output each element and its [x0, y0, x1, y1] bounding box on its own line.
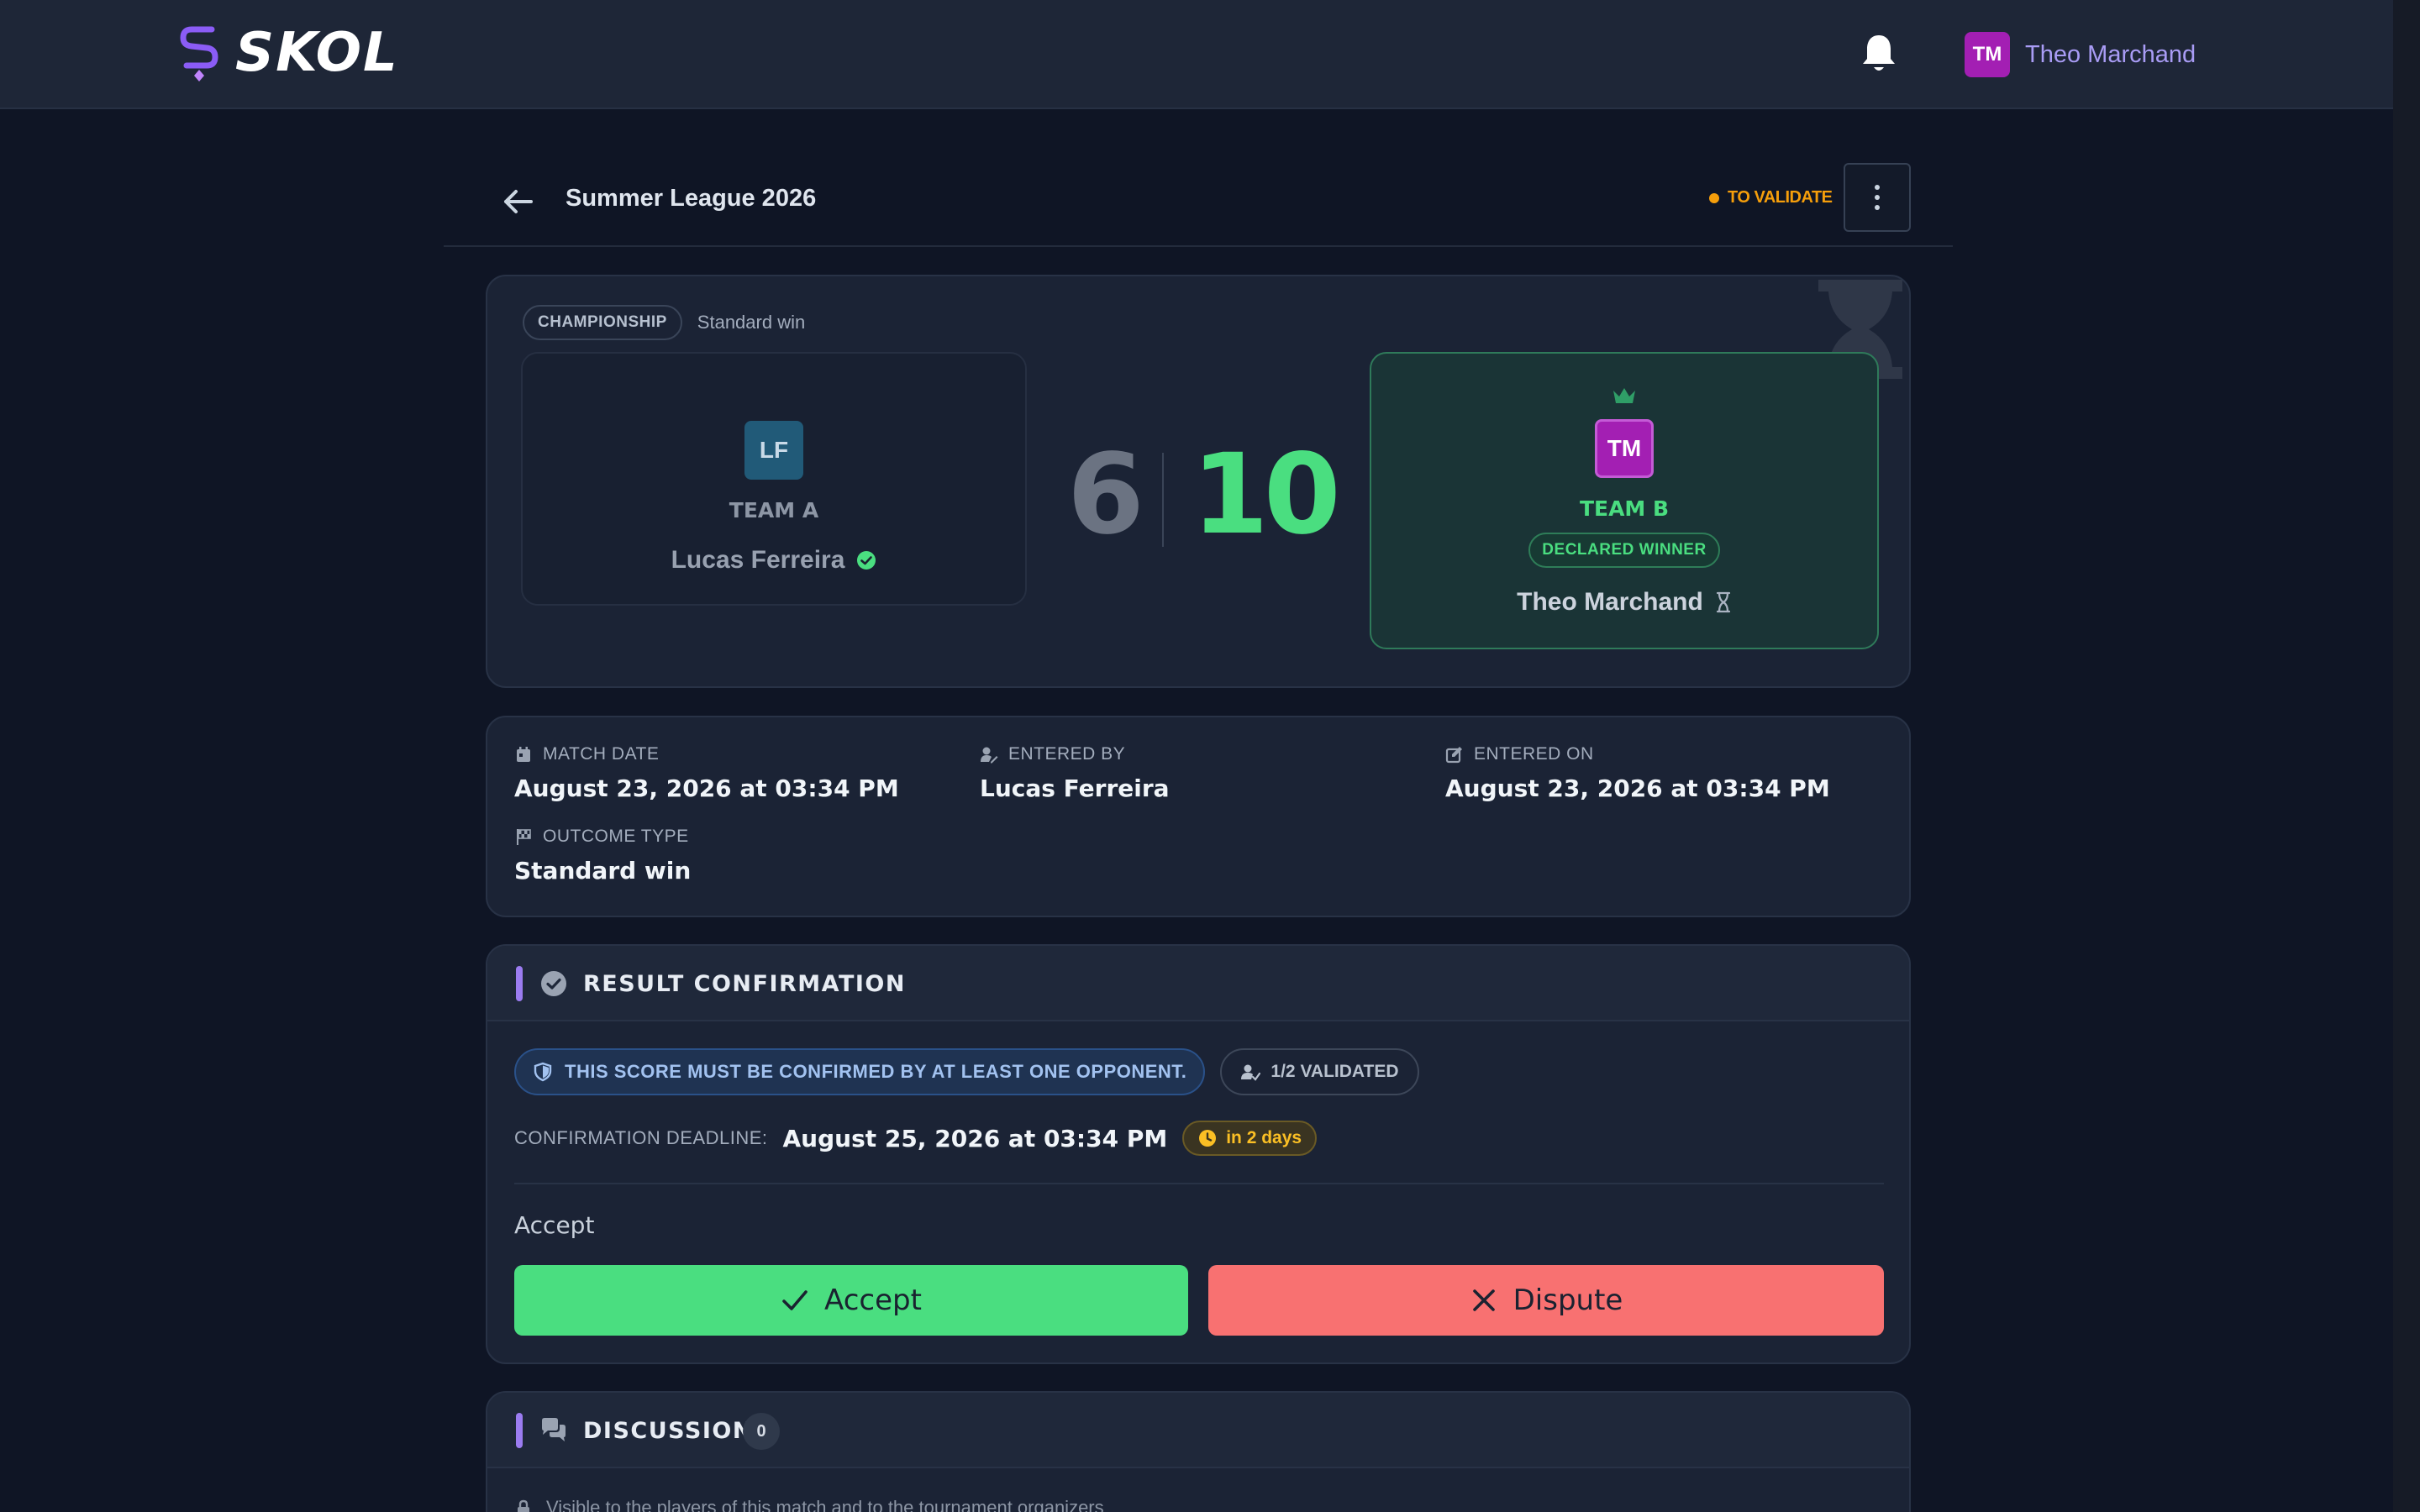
match-date-label: MATCH DATE: [543, 744, 660, 764]
dispute-button-label: Dispute: [1512, 1284, 1623, 1317]
page-header: Summer League 2026 TO VALIDATE: [444, 161, 1953, 247]
status-badge: TO VALIDATE: [1709, 188, 1833, 207]
check-circle-icon: [857, 551, 876, 570]
entered-on-value: August 23, 2026 at 03:34 PM: [1445, 774, 1830, 802]
team-a-score: 6: [1067, 430, 1144, 559]
confirmation-rule-text: THIS SCORE MUST BE CONFIRMED BY AT LEAST…: [565, 1061, 1187, 1082]
result-confirmation-card: RESULT CONFIRMATION THIS SCORE MUST BE C…: [486, 944, 1911, 1364]
crown-icon: [1613, 388, 1635, 403]
kebab-dot: [1875, 195, 1880, 200]
check-badge-icon: [541, 971, 566, 996]
accept-button[interactable]: Accept: [514, 1265, 1188, 1336]
entered-by-label-row: ENTERED BY: [980, 744, 1170, 764]
match-details-card: MATCH DATE August 23, 2026 at 03:34 PM E…: [486, 716, 1911, 917]
discussion-card: DISCUSSION 0 Visible to the players of t…: [486, 1391, 1911, 1512]
discussion-header: DISCUSSION 0: [487, 1393, 1909, 1468]
section-accent-bar: [516, 1413, 523, 1448]
skol-logo-icon: [180, 26, 218, 81]
team-a-panel: LF TEAM A Lucas Ferreira: [521, 352, 1027, 606]
team-b-player: Theo Marchand: [1517, 588, 1732, 617]
match-tags: CHAMPIONSHIP Standard win: [523, 305, 805, 340]
more-options-button[interactable]: [1844, 163, 1911, 232]
top-navigation-bar: SKOL TM Theo Marchand: [0, 0, 2393, 109]
time-remaining-text: in 2 days: [1226, 1128, 1302, 1147]
avatar: TM: [1965, 32, 2010, 77]
outcome-label: Standard win: [697, 312, 806, 333]
accept-button-label: Accept: [824, 1284, 922, 1317]
notifications-bell-icon[interactable]: [1859, 32, 1899, 74]
match-date-label-row: MATCH DATE: [514, 744, 899, 764]
team-b-content: TM TEAM B DECLARED WINNER Theo Marchand: [1371, 386, 1877, 617]
app-name: SKOL: [235, 22, 399, 84]
divider: [514, 1183, 1884, 1184]
score-divider: [1162, 453, 1164, 547]
team-b-panel: TM TEAM B DECLARED WINNER Theo Marchand: [1370, 352, 1879, 649]
user-edit-icon: [981, 747, 998, 764]
page-title: Summer League 2026: [566, 185, 817, 212]
avatar: TM: [1595, 419, 1654, 478]
back-arrow-icon[interactable]: [499, 183, 536, 220]
deadline-label: CONFIRMATION DEADLINE:: [514, 1127, 768, 1148]
section-accent-bar: [516, 966, 523, 1001]
team-a-label: TEAM A: [729, 498, 819, 522]
entered-by-value: Lucas Ferreira: [980, 774, 1170, 802]
visibility-note: Visible to the players of this match and…: [514, 1497, 1104, 1512]
user-name: Theo Marchand: [2025, 40, 2196, 68]
validated-count-text: 1/2 VALIDATED: [1270, 1062, 1399, 1081]
visibility-note-text: Visible to the players of this match and…: [546, 1497, 1104, 1512]
deadline-value: August 25, 2026 at 03:34 PM: [782, 1124, 1168, 1152]
section-title: RESULT CONFIRMATION: [583, 971, 906, 997]
team-b-label: TEAM B: [1579, 496, 1670, 521]
action-heading: Accept: [514, 1211, 595, 1239]
status-text: TO VALIDATE: [1728, 188, 1833, 207]
lock-icon: [518, 1499, 529, 1512]
confirmation-deadline: CONFIRMATION DEADLINE: August 25, 2026 a…: [514, 1121, 1318, 1156]
section-title: DISCUSSION: [583, 1418, 753, 1444]
player-name: Theo Marchand: [1517, 588, 1703, 616]
outcome-type-value: Standard win: [514, 857, 692, 885]
outcome-type-field: OUTCOME TYPE Standard win: [514, 827, 691, 885]
clock-icon: [1199, 1130, 1217, 1147]
result-confirmation-header: RESULT CONFIRMATION: [487, 946, 1909, 1021]
competition-tag: CHAMPIONSHIP: [523, 305, 682, 340]
avatar: LF: [744, 421, 803, 480]
edit-square-icon: [1445, 747, 1462, 764]
check-icon: [782, 1290, 808, 1310]
time-remaining-badge: in 2 days: [1182, 1121, 1318, 1156]
hourglass-icon: [1716, 591, 1730, 613]
close-icon: [1472, 1289, 1495, 1311]
entered-on-label: ENTERED ON: [1474, 744, 1594, 764]
confirmation-status-row: THIS SCORE MUST BE CONFIRMED BY AT LEAST…: [514, 1048, 1419, 1095]
status-dot: [1709, 192, 1719, 203]
team-a-player: Lucas Ferreira: [671, 546, 877, 575]
kebab-dot: [1875, 205, 1880, 210]
outcome-type-label: OUTCOME TYPE: [543, 827, 689, 846]
app-logo[interactable]: SKOL: [178, 22, 399, 84]
entered-on-field: ENTERED ON August 23, 2026 at 03:34 PM: [1445, 744, 1830, 802]
team-b-score: 10: [1192, 430, 1341, 559]
confirmation-rule-badge: THIS SCORE MUST BE CONFIRMED BY AT LEAST…: [514, 1048, 1206, 1095]
declared-winner-badge: DECLARED WINNER: [1528, 533, 1720, 568]
match-score-card: CHAMPIONSHIP Standard win LF TEAM A Luca…: [486, 275, 1911, 688]
match-date-value: August 23, 2026 at 03:34 PM: [514, 774, 899, 802]
match-date-field: MATCH DATE August 23, 2026 at 03:34 PM: [514, 744, 899, 802]
dispute-button[interactable]: Dispute: [1208, 1265, 1884, 1336]
validated-count-badge: 1/2 VALIDATED: [1220, 1048, 1419, 1095]
team-a-content: LF TEAM A Lucas Ferreira: [523, 421, 1025, 575]
chat-bubbles-icon: [542, 1418, 566, 1441]
kebab-dot: [1875, 185, 1880, 190]
checkered-flag-icon: [517, 829, 531, 845]
scrollbar[interactable]: [2393, 0, 2420, 1512]
comment-count-badge: 0: [743, 1413, 780, 1450]
player-name: Lucas Ferreira: [671, 546, 845, 574]
entered-on-label-row: ENTERED ON: [1445, 744, 1830, 764]
entered-by-label: ENTERED BY: [1008, 744, 1126, 764]
user-menu[interactable]: TM Theo Marchand: [1965, 32, 2196, 77]
shield-icon: [534, 1062, 552, 1082]
user-check-icon: [1241, 1064, 1261, 1081]
outcome-type-label-row: OUTCOME TYPE: [514, 827, 691, 847]
calendar-icon: [517, 747, 530, 762]
entered-by-field: ENTERED BY Lucas Ferreira: [980, 744, 1170, 802]
